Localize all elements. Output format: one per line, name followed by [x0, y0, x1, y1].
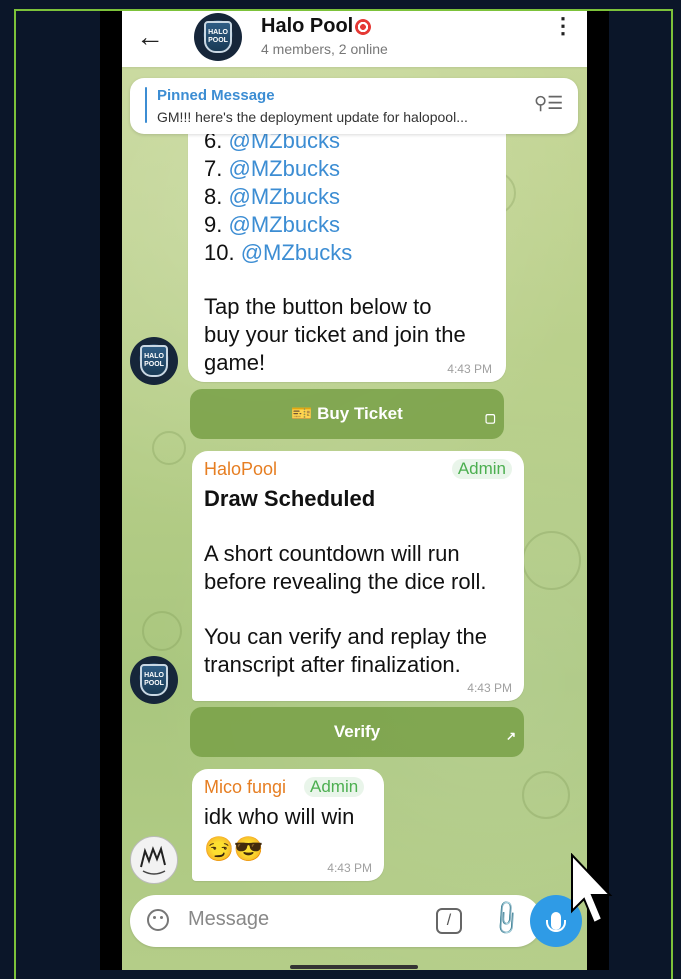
message-text: A short countdown will run before reveal…: [204, 541, 487, 594]
halo-pool-logo: HALO POOL: [140, 664, 168, 696]
message-title: Draw Scheduled: [204, 486, 376, 511]
chat-header: ← HALO POOL Halo Pool 4 members, 2 online…: [122, 11, 587, 67]
emoji-icon[interactable]: [147, 909, 169, 931]
halo-pool-logo: HALO POOL: [204, 21, 232, 53]
arrow-left-icon[interactable]: ←: [136, 21, 164, 53]
admin-badge: Admin: [451, 459, 512, 479]
wallpaper-doodle: [522, 531, 581, 590]
pinned-title: Pinned Message: [157, 87, 275, 104]
message-input[interactable]: Message: [188, 908, 269, 931]
phone-bezel-right: [587, 11, 609, 970]
message-input-bar: Message / 📎: [130, 895, 542, 947]
custom-emojis: 😏😎: [204, 836, 264, 863]
message-bubble-ticket: 6. @MZbucks 7. @MZbucks 8. @MZbucks 9. @…: [188, 111, 506, 382]
phone-screen: 6. @MZbucks 7. @MZbucks 8. @MZbucks 9. @…: [122, 11, 587, 970]
mention-link[interactable]: @MZbucks: [228, 156, 340, 181]
unpin-list-icon[interactable]: ⚲☰: [534, 93, 563, 114]
mention-link[interactable]: @MZbucks: [228, 212, 340, 237]
wallpaper-doodle: [142, 611, 182, 651]
participant-item: 8. @MZbucks: [204, 184, 341, 209]
kebab-menu-icon[interactable]: ⋮: [552, 15, 574, 37]
mouse-cursor-icon: [571, 853, 613, 925]
group-avatar[interactable]: HALO POOL: [194, 13, 242, 61]
pinned-message-bar[interactable]: Pinned Message GM!!! here's the deployme…: [130, 78, 578, 134]
message-bubble-mico: Mico fungi Admin idk who will win 😏😎 4:4…: [192, 769, 384, 881]
target-icon: [355, 18, 372, 35]
participant-list: 6. @MZbucks 7. @MZbucks 8. @MZbucks 9. @…: [204, 127, 352, 267]
sketch-avatar-icon: [140, 845, 166, 875]
microphone-icon: [546, 912, 566, 932]
buy-ticket-button[interactable]: 🎫 Buy Ticket ▢: [190, 389, 504, 439]
phone-bezel-left: [100, 11, 122, 970]
chat-subtitle: 4 members, 2 online: [261, 41, 388, 57]
admin-badge: Admin: [304, 777, 365, 797]
sender-name[interactable]: HaloPool: [204, 459, 277, 480]
message-bubble-draw: HaloPool Admin Draw Scheduled A short co…: [192, 451, 524, 701]
mention-link[interactable]: @MZbucks: [241, 240, 353, 265]
message-text: idk who will win: [204, 804, 355, 829]
message-text: You can verify and replay the transcript…: [204, 624, 487, 677]
paperclip-icon[interactable]: 📎: [485, 898, 527, 940]
message-time: 4:43 PM: [467, 681, 512, 695]
webapp-icon: ▢: [484, 411, 496, 425]
mention-link[interactable]: @MZbucks: [228, 184, 340, 209]
halo-pool-logo: HALO POOL: [140, 345, 168, 377]
participant-item: 7. @MZbucks: [204, 156, 341, 181]
participant-item: 9. @MZbucks: [204, 212, 341, 237]
pinned-text: GM!!! here's the deployment update for h…: [157, 109, 468, 125]
message-time: 4:43 PM: [327, 861, 372, 875]
chat-title[interactable]: Halo Pool: [261, 15, 372, 38]
message-time: 4:43 PM: [447, 362, 492, 376]
external-link-icon: ↗: [505, 729, 516, 743]
sender-avatar-mico[interactable]: [130, 836, 178, 884]
wallpaper-doodle: [152, 431, 186, 465]
home-indicator: [290, 965, 418, 969]
participant-item: 10. @MZbucks: [204, 240, 353, 265]
sender-avatar-halopool[interactable]: HALO POOL: [130, 656, 178, 704]
sender-name[interactable]: Mico fungi: [204, 777, 286, 798]
pinned-indicator: [145, 87, 147, 123]
wallpaper-doodle: [522, 771, 570, 819]
bot-command-icon[interactable]: /: [436, 908, 462, 934]
sender-avatar-halopool[interactable]: HALO POOL: [130, 337, 178, 385]
verify-button[interactable]: Verify ↗: [190, 707, 524, 757]
message-text: Tap the button below to buy your ticket …: [204, 294, 466, 375]
